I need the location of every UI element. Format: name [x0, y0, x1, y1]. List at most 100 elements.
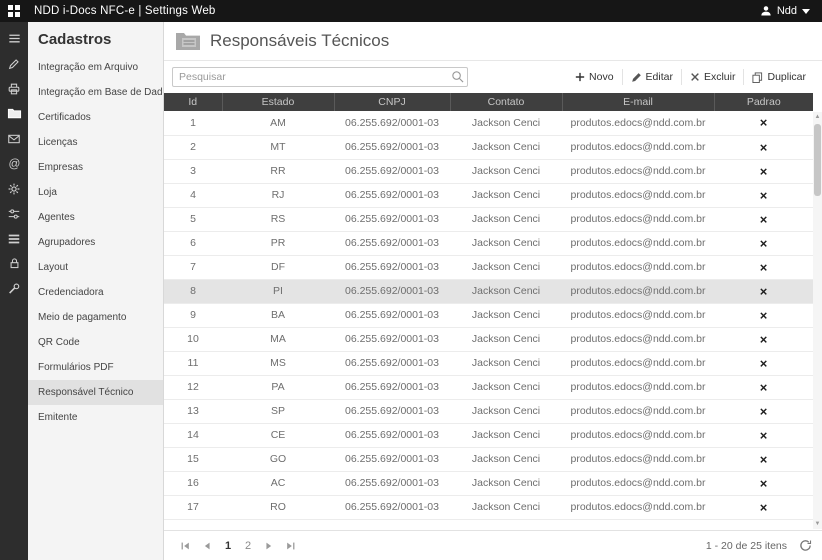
sidebar-item[interactable]: Credenciadora: [28, 280, 163, 305]
wrench-icon[interactable]: [0, 276, 28, 301]
rows-icon[interactable]: [0, 226, 28, 251]
page-button-2[interactable]: 2: [238, 535, 258, 557]
column-header-contato[interactable]: Contato: [450, 93, 562, 111]
top-bar: NDD i-Docs NFC-e | Settings Web Ndd: [0, 0, 822, 22]
at-icon[interactable]: @: [0, 151, 28, 176]
table-row[interactable]: 11 MS 06.255.692/0001-03 Jackson Cenci p…: [164, 351, 813, 375]
column-header-id[interactable]: Id: [164, 93, 222, 111]
previous-page-button[interactable]: [196, 535, 218, 557]
vertical-scrollbar[interactable]: ▲ ▼: [813, 112, 822, 529]
duplicar-button[interactable]: Duplicar: [743, 69, 814, 85]
gear-icon[interactable]: [0, 176, 28, 201]
search-input[interactable]: [172, 67, 468, 87]
cell-id: 8: [164, 279, 222, 303]
table-row[interactable]: 1 AM 06.255.692/0001-03 Jackson Cenci pr…: [164, 111, 813, 135]
cell-contato: Jackson Cenci: [450, 255, 562, 279]
scrollbar-thumb[interactable]: [814, 124, 821, 196]
sidebar-item[interactable]: Formulários PDF: [28, 355, 163, 380]
cell-id: 10: [164, 327, 222, 351]
table-row[interactable]: 3 RR 06.255.692/0001-03 Jackson Cenci pr…: [164, 159, 813, 183]
lock-icon[interactable]: [0, 251, 28, 276]
sidebar-item[interactable]: Integração em Base de Dados: [28, 80, 163, 105]
sliders-icon[interactable]: [0, 201, 28, 226]
cell-email: produtos.edocs@ndd.com.br: [562, 207, 714, 231]
cell-estado: PI: [222, 279, 334, 303]
table-row[interactable]: 4 RJ 06.255.692/0001-03 Jackson Cenci pr…: [164, 183, 813, 207]
sidebar-item[interactable]: Empresas: [28, 155, 163, 180]
editar-button[interactable]: Editar: [622, 69, 681, 85]
sidebar-item[interactable]: QR Code: [28, 330, 163, 355]
scroll-down-icon[interactable]: ▼: [813, 519, 822, 529]
sidebar-item[interactable]: Agrupadores: [28, 230, 163, 255]
table-row[interactable]: 14 CE 06.255.692/0001-03 Jackson Cenci p…: [164, 423, 813, 447]
sidebar-item[interactable]: Loja: [28, 180, 163, 205]
cell-padrao: ×: [714, 375, 813, 399]
column-header-e-mail[interactable]: E-mail: [562, 93, 714, 111]
sidebar-item[interactable]: Responsável Técnico: [28, 380, 163, 405]
sidebar-item[interactable]: Integração em Arquivo: [28, 55, 163, 80]
table-row[interactable]: 12 PA 06.255.692/0001-03 Jackson Cenci p…: [164, 375, 813, 399]
mail-icon[interactable]: [0, 126, 28, 151]
cell-cnpj: 06.255.692/0001-03: [334, 471, 450, 495]
sidebar-item[interactable]: Licenças: [28, 130, 163, 155]
cell-cnpj: 06.255.692/0001-03: [334, 495, 450, 519]
table-row[interactable]: 17 RO 06.255.692/0001-03 Jackson Cenci p…: [164, 495, 813, 519]
cell-contato: Jackson Cenci: [450, 111, 562, 135]
excluir-button[interactable]: Excluir: [681, 69, 744, 85]
pen-icon[interactable]: [0, 51, 28, 76]
table-row[interactable]: 15 GO 06.255.692/0001-03 Jackson Cenci p…: [164, 447, 813, 471]
refresh-button[interactable]: [799, 539, 812, 552]
table-row[interactable]: 5 RS 06.255.692/0001-03 Jackson Cenci pr…: [164, 207, 813, 231]
sidebar-item-label: Formulários PDF: [38, 362, 114, 373]
table-row[interactable]: 7 DF 06.255.692/0001-03 Jackson Cenci pr…: [164, 255, 813, 279]
cell-cnpj: 06.255.692/0001-03: [334, 303, 450, 327]
column-header-cnpj[interactable]: CNPJ: [334, 93, 450, 111]
next-page-button[interactable]: [258, 535, 280, 557]
first-page-button[interactable]: [174, 535, 196, 557]
sidebar-item[interactable]: Meio de pagamento: [28, 305, 163, 330]
search-icon[interactable]: [451, 70, 464, 83]
page-button-1[interactable]: 1: [218, 535, 238, 557]
folder-icon[interactable]: [0, 101, 28, 126]
sidebar-item[interactable]: Certificados: [28, 105, 163, 130]
cell-padrao: ×: [714, 135, 813, 159]
table-row[interactable]: 16 AC 06.255.692/0001-03 Jackson Cenci p…: [164, 471, 813, 495]
table-row[interactable]: 2 MT 06.255.692/0001-03 Jackson Cenci pr…: [164, 135, 813, 159]
cell-cnpj: 06.255.692/0001-03: [334, 231, 450, 255]
table-row[interactable]: 6 PR 06.255.692/0001-03 Jackson Cenci pr…: [164, 231, 813, 255]
sidebar-item-label: Integração em Arquivo: [38, 62, 138, 73]
cell-email: produtos.edocs@ndd.com.br: [562, 471, 714, 495]
column-header-estado[interactable]: Estado: [222, 93, 334, 111]
table-row[interactable]: 10 MA 06.255.692/0001-03 Jackson Cenci p…: [164, 327, 813, 351]
print-icon[interactable]: [0, 76, 28, 101]
sidebar-item[interactable]: Agentes: [28, 205, 163, 230]
cell-padrao: ×: [714, 447, 813, 471]
table-row[interactable]: 13 SP 06.255.692/0001-03 Jackson Cenci p…: [164, 399, 813, 423]
cell-estado: PR: [222, 231, 334, 255]
cell-email: produtos.edocs@ndd.com.br: [562, 279, 714, 303]
cell-id: 14: [164, 423, 222, 447]
user-menu[interactable]: Ndd: [760, 5, 822, 17]
sidebar-item-label: Agentes: [38, 212, 75, 223]
search-box: [172, 67, 468, 87]
last-page-button[interactable]: [280, 535, 302, 557]
cell-id: 16: [164, 471, 222, 495]
table-row[interactable]: 9 BA 06.255.692/0001-03 Jackson Cenci pr…: [164, 303, 813, 327]
column-header-padrao[interactable]: Padrao: [714, 93, 813, 111]
table-row[interactable]: 8 PI 06.255.692/0001-03 Jackson Cenci pr…: [164, 279, 813, 303]
novo-button[interactable]: Novo: [567, 69, 622, 85]
cell-padrao: ×: [714, 471, 813, 495]
cell-estado: RR: [222, 159, 334, 183]
plus-icon: [575, 72, 585, 82]
sidebar-item[interactable]: Layout: [28, 255, 163, 280]
scroll-up-icon[interactable]: ▲: [813, 112, 822, 122]
sidebar-item[interactable]: Emitente: [28, 405, 163, 430]
refresh-icon: [799, 539, 812, 552]
apps-grid-icon[interactable]: [0, 0, 28, 22]
menu-icon[interactable]: [0, 26, 28, 51]
toolbar-buttons: Novo Editar Excluir Duplicar: [567, 69, 814, 85]
cell-contato: Jackson Cenci: [450, 231, 562, 255]
user-name: Ndd: [777, 5, 797, 17]
cell-estado: RJ: [222, 183, 334, 207]
cell-email: produtos.edocs@ndd.com.br: [562, 327, 714, 351]
